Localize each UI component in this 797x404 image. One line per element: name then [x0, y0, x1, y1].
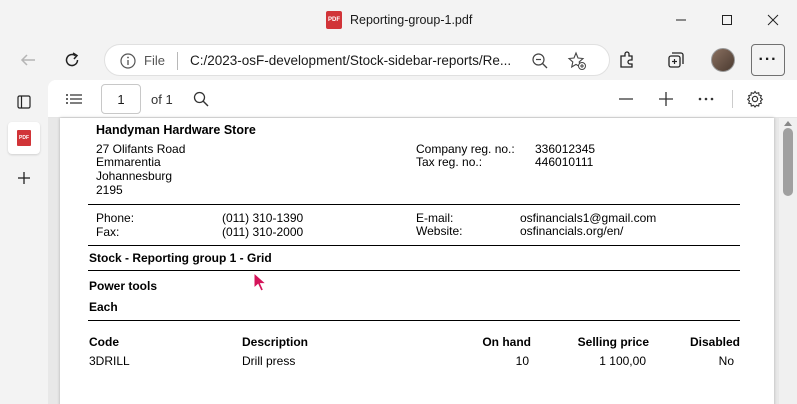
vertical-tabs-sidebar: PDF [0, 80, 48, 404]
zoom-out-icon[interactable] [531, 52, 549, 70]
column-header-description: Description [242, 335, 309, 349]
tab-actions-icon [17, 95, 31, 109]
pdf-file-icon: PDF [326, 11, 342, 29]
maximize-icon [722, 15, 732, 25]
address-bar[interactable]: File C:/2023-osF-development/Stock-sideb… [104, 44, 610, 76]
vertical-scrollbar[interactable] [779, 118, 797, 404]
company-reg-value: 336012345 [535, 142, 596, 156]
unit-name: Each [89, 300, 118, 314]
group-name: Power tools [89, 279, 158, 293]
file-protocol-label: File [144, 53, 165, 68]
new-tab-button[interactable] [8, 162, 40, 194]
back-arrow-icon [20, 54, 35, 66]
profile-avatar[interactable] [711, 48, 735, 72]
contents-list-icon [66, 94, 82, 104]
page-number-input[interactable]: 1 [101, 84, 141, 114]
pdf-page: Handyman Hardware Store 27 Olifants Road… [60, 118, 774, 404]
pdf-viewer[interactable]: Handyman Hardware Store 27 Olifants Road… [48, 118, 797, 404]
search-icon [193, 91, 209, 107]
maximize-button[interactable] [704, 0, 750, 40]
scrollbar-thumb[interactable] [783, 128, 793, 196]
divider-line [88, 320, 740, 321]
divider-line [88, 204, 740, 205]
puzzle-icon [620, 51, 633, 68]
close-icon [767, 14, 779, 26]
tab-actions-button[interactable] [8, 86, 40, 118]
tax-reg-label: Tax reg. no.: [416, 155, 483, 169]
column-header-selling-price: Selling price [577, 335, 649, 349]
navigation-bar: File C:/2023-osF-development/Stock-sideb… [0, 40, 797, 80]
address-divider [177, 52, 178, 70]
divider-line [88, 245, 740, 246]
plus-icon [18, 172, 30, 184]
website-label: Website: [416, 224, 463, 238]
zoom-in-button[interactable] [654, 86, 678, 112]
company-reg-label: Company reg. no.: [416, 142, 515, 156]
pdf-toolbar: 1 of 1 [48, 80, 797, 118]
refresh-icon [65, 52, 79, 67]
website-value: osfinancials.org/en/ [520, 224, 624, 238]
address-line-3: Johannesburg [96, 169, 173, 183]
column-header-code: Code [89, 335, 119, 349]
email-value: osfinancials1@gmail.com [520, 211, 657, 225]
address-url[interactable]: C:/2023-osF-development/Stock-sidebar-re… [190, 53, 511, 68]
mouse-pointer-icon [253, 272, 268, 292]
page-total-label: of 1 [151, 92, 173, 107]
toolbar-divider [732, 90, 733, 108]
tab-reporting-group-pdf[interactable]: PDF [8, 122, 40, 154]
back-button[interactable] [12, 44, 44, 76]
refresh-button[interactable] [56, 44, 88, 76]
report-title: Stock - Reporting group 1 - Grid [89, 251, 272, 265]
divider-line [88, 270, 740, 271]
phone-label: Phone: [96, 211, 135, 225]
cell-selling-price: 1 100,00 [599, 354, 646, 368]
window-title: PDF Reporting-group-1.pdf [326, 11, 472, 29]
plus-icon [659, 92, 673, 106]
address-line-2: Emmarentia [96, 155, 161, 169]
table-of-contents-button[interactable] [62, 86, 86, 112]
more-dots-icon [698, 97, 714, 101]
cell-description: Drill press [242, 354, 296, 368]
collections-button[interactable] [660, 44, 692, 76]
cell-disabled: No [718, 354, 734, 368]
settings-and-more-button[interactable]: ··· [751, 44, 785, 76]
fax-value: (011) 310-2000 [222, 225, 304, 239]
address-line-4: 2195 [96, 183, 123, 197]
cell-code: 3DRILL [89, 354, 130, 368]
minus-icon [619, 98, 633, 100]
info-icon[interactable] [119, 52, 137, 70]
window-title-text: Reporting-group-1.pdf [350, 13, 473, 27]
add-favorite-icon[interactable] [567, 51, 587, 71]
column-header-disabled: Disabled [689, 335, 740, 349]
tax-reg-value: 446010111 [535, 155, 594, 169]
company-name: Handyman Hardware Store [96, 123, 256, 137]
address-line-1: 27 Olifants Road [96, 142, 186, 156]
content-panel: 1 of 1 Handyman Hardware Store 27 Olifan… [48, 80, 797, 404]
phone-value: (011) 310-1390 [222, 211, 304, 225]
column-header-on-hand: On hand [482, 335, 531, 349]
collections-icon [668, 52, 684, 68]
cell-on-hand: 10 [515, 354, 529, 368]
gear-icon [746, 90, 764, 108]
email-label: E-mail: [416, 211, 454, 225]
more-dots-icon: ··· [758, 51, 778, 68]
more-tools-button[interactable] [694, 86, 718, 112]
pdf-settings-button[interactable] [742, 86, 768, 112]
minimize-icon [676, 19, 686, 21]
pdf-tab-icon: PDF [17, 130, 31, 146]
fax-label: Fax: [96, 225, 120, 239]
extensions-button[interactable] [611, 44, 643, 76]
minimize-button[interactable] [658, 0, 704, 40]
scroll-up-arrow-icon[interactable] [784, 121, 792, 126]
zoom-out-button[interactable] [614, 86, 638, 112]
title-bar: PDF Reporting-group-1.pdf [0, 0, 797, 40]
close-button[interactable] [750, 0, 796, 40]
find-button[interactable] [189, 86, 213, 112]
